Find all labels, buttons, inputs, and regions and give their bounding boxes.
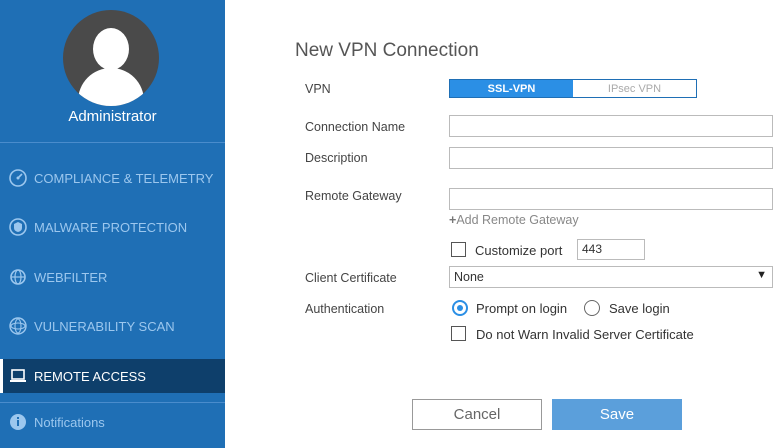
sidebar-item-label: COMPLIANCE & TELEMETRY — [34, 170, 214, 186]
add-remote-gateway-label: Add Remote Gateway — [456, 213, 579, 227]
sidebar-item-webfilter[interactable]: WEBFILTER — [0, 260, 225, 294]
sidebar-divider — [0, 142, 225, 143]
avatar[interactable] — [63, 10, 159, 106]
main-panel: New VPN Connection VPN SSL-VPN IPsec VPN… — [225, 0, 779, 448]
client-certificate-select[interactable]: None ▼ — [449, 266, 773, 288]
connection-name-label: Connection Name — [305, 120, 406, 134]
no-warn-certificate-checkbox[interactable] — [451, 326, 466, 341]
ssl-vpn-option[interactable]: SSL-VPN — [450, 80, 573, 97]
customize-port-checkbox[interactable] — [451, 242, 466, 257]
shield-icon — [8, 217, 28, 237]
ipsec-vpn-option[interactable]: IPsec VPN — [573, 80, 696, 97]
avatar-body-shape — [78, 68, 144, 106]
save-login-label: Save login — [609, 301, 670, 316]
port-input[interactable]: 443 — [577, 239, 645, 260]
customize-port-label: Customize port — [475, 243, 563, 258]
vpn-type-toggle: SSL-VPN IPsec VPN — [449, 79, 697, 98]
page-title: New VPN Connection — [295, 40, 479, 61]
prompt-on-login-label: Prompt on login — [476, 301, 568, 316]
atom-icon — [8, 316, 28, 336]
connection-name-input[interactable] — [449, 115, 773, 137]
sidebar-item-compliance-telemetry[interactable]: COMPLIANCE & TELEMETRY — [0, 161, 225, 195]
sidebar-item-label: REMOTE ACCESS — [34, 368, 146, 384]
user-profile: Administrator — [0, 0, 225, 142]
authentication-label: Authentication — [305, 302, 385, 316]
save-button[interactable]: Save — [552, 399, 682, 430]
sidebar-item-remote-access[interactable]: REMOTE ACCESS — [0, 359, 225, 393]
sidebar-divider — [0, 402, 225, 403]
sidebar-item-vulnerability-scan[interactable]: VULNERABILITY SCAN — [0, 309, 225, 343]
sidebar-item-label: MALWARE PROTECTION — [34, 219, 188, 235]
sidebar-item-label: VULNERABILITY SCAN — [34, 318, 175, 334]
sidebar-item-notifications[interactable]: Notifications — [0, 405, 225, 439]
cancel-button[interactable]: Cancel — [412, 399, 542, 430]
sidebar-item-label: WEBFILTER — [34, 269, 108, 285]
sidebar-item-label: Notifications — [34, 414, 105, 430]
prompt-on-login-radio[interactable] — [452, 300, 468, 316]
dropdown-arrow-icon: ▼ — [756, 269, 767, 281]
client-certificate-value: None — [454, 270, 484, 284]
description-input[interactable] — [449, 147, 773, 169]
save-login-radio[interactable] — [584, 300, 600, 316]
laptop-icon — [8, 366, 28, 386]
sidebar: Administrator COMPLIANCE & TELEMETRY MAL… — [0, 0, 225, 448]
no-warn-certificate-label: Do not Warn Invalid Server Certificate — [476, 327, 694, 342]
remote-gateway-label: Remote Gateway — [305, 189, 402, 203]
sidebar-item-malware-protection[interactable]: MALWARE PROTECTION — [0, 210, 225, 244]
speedometer-icon — [8, 168, 28, 188]
client-certificate-label: Client Certificate — [305, 271, 397, 285]
user-name: Administrator — [68, 108, 157, 125]
remote-gateway-input[interactable] — [449, 188, 773, 210]
avatar-head-shape — [93, 28, 129, 70]
description-label: Description — [305, 151, 368, 165]
vpn-label: VPN — [305, 82, 331, 96]
info-icon — [8, 412, 28, 432]
add-remote-gateway-link[interactable]: +Add Remote Gateway — [449, 213, 579, 227]
globe-icon — [8, 267, 28, 287]
